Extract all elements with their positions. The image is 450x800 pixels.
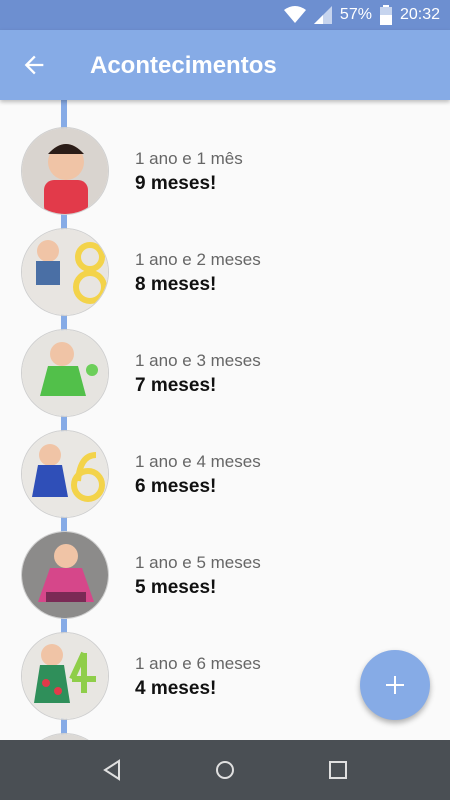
list-item[interactable]: 1 ano e 1 mês 9 meses!: [0, 127, 450, 227]
app-bar: Acontecimentos: [0, 30, 450, 100]
baby-photo: [21, 329, 109, 417]
battery-icon: [379, 5, 392, 25]
page-title: Acontecimentos: [90, 52, 277, 79]
event-age: 1 ano e 1 mês: [135, 149, 243, 168]
event-age: 1 ano e 4 meses: [135, 452, 261, 471]
arrow-left-icon[interactable]: [20, 51, 48, 79]
event-title: 5 meses!: [135, 577, 217, 598]
signal-icon: [313, 6, 332, 24]
baby-photo: [21, 430, 109, 518]
baby-photo: [21, 127, 109, 215]
triangle-back-icon[interactable]: [101, 759, 123, 781]
event-title: 8 meses!: [135, 274, 217, 295]
baby-photo: [21, 228, 109, 316]
event-age: 1 ano e 2 meses: [135, 250, 261, 269]
status-bar: 57% 20:32: [0, 0, 450, 30]
event-title: 7 meses!: [135, 375, 217, 396]
events-list[interactable]: 1 ano e 1 mês 9 meses! 1 ano e 2 meses 8…: [0, 100, 450, 740]
list-item[interactable]: [0, 733, 450, 740]
baby-photo: [21, 531, 109, 619]
battery-percent: 57%: [339, 6, 372, 23]
list-item[interactable]: 1 ano e 5 meses 5 meses!: [0, 531, 450, 631]
square-recents-icon[interactable]: [327, 759, 349, 781]
add-event-button[interactable]: [360, 650, 430, 720]
event-title: 9 meses!: [135, 173, 217, 194]
event-title: 4 meses!: [135, 678, 217, 699]
baby-photo: [21, 733, 109, 740]
list-item[interactable]: 1 ano e 3 meses 7 meses!: [0, 329, 450, 429]
circle-home-icon[interactable]: [214, 759, 236, 781]
event-age: 1 ano e 6 meses: [135, 654, 261, 673]
clock: 20:32: [399, 6, 440, 23]
wifi-icon: [283, 6, 306, 23]
baby-photo: [21, 632, 109, 720]
event-age: 1 ano e 5 meses: [135, 553, 261, 572]
event-title: 6 meses!: [135, 476, 217, 497]
system-nav-bar: [0, 740, 450, 800]
event-age: 1 ano e 3 meses: [135, 351, 261, 370]
status-icons: 57% 20:32: [283, 5, 440, 25]
list-item[interactable]: 1 ano e 2 meses 8 meses!: [0, 228, 450, 328]
plus-icon: [386, 676, 404, 694]
list-item[interactable]: 1 ano e 4 meses 6 meses!: [0, 430, 450, 530]
